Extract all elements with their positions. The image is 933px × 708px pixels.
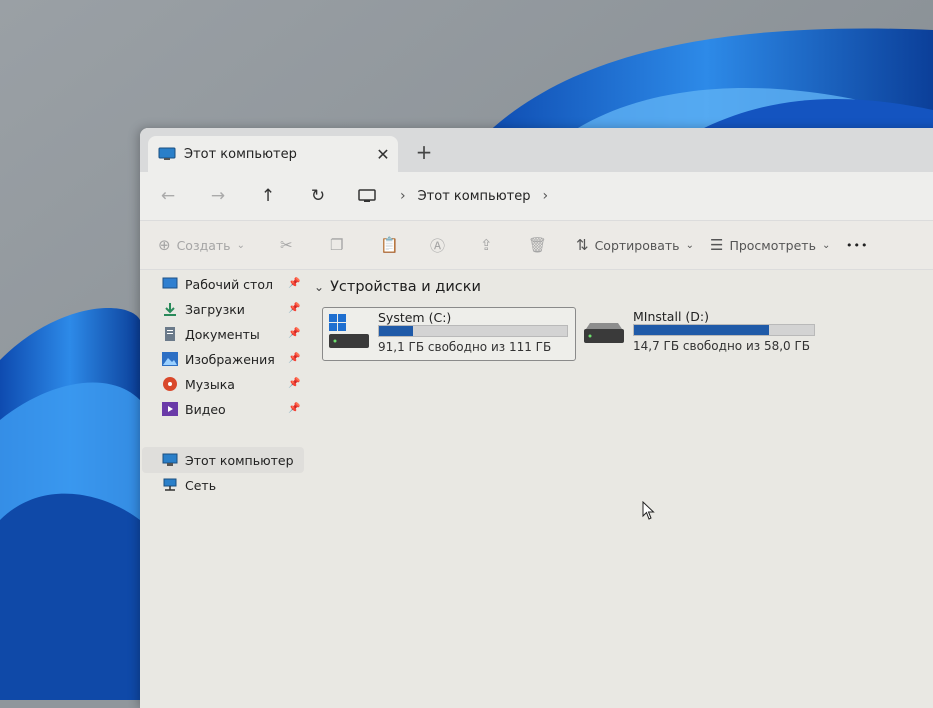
sidebar-item-desktop[interactable]: Рабочий стол [162,273,302,295]
sidebar-item-label: Сеть [185,477,217,493]
trash-icon: 🗑 [528,236,548,254]
create-label: Создать [176,237,231,253]
breadcrumb[interactable]: Этот компьютер [418,189,531,204]
plus-circle-icon: ⊕ [158,236,171,254]
paste-icon: 📋 [380,236,399,254]
sidebar-item-downloads[interactable]: Загрузки [162,298,302,320]
address-bar[interactable]: › Этот компьютер › [358,180,933,212]
navigation-pane: Рабочий стол 📌 Загрузки 📌 Документы 📌 Из… [140,269,306,708]
drive-usage-fill [379,326,413,336]
pin-icon: 📌 [288,328,301,339]
view-icon: ☰ [710,236,724,254]
system-drive-icon [329,314,369,348]
chevron-down-icon: ⌄ [821,239,831,251]
chevron-down-icon: ⌄ [685,239,694,251]
rename-icon: Ⓐ [430,236,446,255]
command-bar: ⊕ Создать ⌄ ✂ ❐ 📋 Ⓐ ⇪ 🗑 ⇅ Сортировать ⌄ … [140,220,933,270]
group-title: Устройства и диски [330,279,481,295]
tab-title: Этот компьютер [184,146,297,162]
sidebar-item-documents[interactable]: Документы [162,323,302,345]
sidebar-item-this-pc[interactable]: Этот компьютер [162,449,302,471]
sort-icon: ⇅ [576,236,589,254]
pictures-icon [162,352,178,366]
new-tab-button[interactable]: + [412,140,436,164]
copy-button[interactable]: ❐ [330,221,349,269]
view-label: Просмотреть [729,237,816,253]
sidebar-item-label: Видео [185,401,226,417]
drive-usage-fill [634,325,769,335]
create-button[interactable]: ⊕ Создать ⌄ [158,221,245,269]
tab-bar: Этот компьютер ✕ + [140,128,933,172]
drive-icon [584,323,624,343]
close-tab-icon[interactable]: ✕ [368,145,398,164]
sidebar-item-label: Загрузки [185,301,245,317]
sidebar-item-video[interactable]: Видео [162,398,302,420]
drive-usage-bar [633,324,815,336]
sidebar-item-label: Рабочий стол [185,276,273,292]
sidebar-item-label: Документы [185,326,260,342]
more-options-button[interactable]: ••• [846,221,868,269]
drive-name: MInstall (D:) [633,309,709,324]
refresh-button[interactable]: ↻ [304,182,332,210]
pin-icon: 📌 [288,353,301,364]
drive-usage-bar [378,325,568,337]
share-button[interactable]: ⇪ [480,221,499,269]
chevron-down-icon: ⌄ [236,239,245,251]
computer-icon [162,453,178,466]
sidebar-item-pictures[interactable]: Изображения [162,348,302,370]
video-icon [162,402,178,416]
group-header[interactable]: ⌄ Устройства и диски [314,279,481,295]
sidebar-item-network[interactable]: Сеть [162,474,302,496]
copy-icon: ❐ [330,236,344,254]
chevron-right-icon: › [400,188,406,204]
pin-icon: 📌 [288,303,301,314]
up-button[interactable]: ↑ [254,182,282,210]
navigation-bar: ← → ↑ ↻ › Этот компьютер › [140,172,933,220]
chevron-right-icon: › [542,188,549,204]
sidebar-item-label: Этот компьютер [185,452,294,468]
delete-button[interactable]: 🗑 [528,221,553,269]
computer-icon [158,147,176,160]
paste-button[interactable]: 📋 [380,221,405,269]
computer-icon [358,189,376,202]
drive-free-space: 14,7 ГБ свободно из 58,0 ГБ [633,339,811,353]
pin-icon: 📌 [288,403,301,414]
back-button[interactable]: ← [154,182,182,210]
share-icon: ⇪ [480,236,493,254]
forward-button[interactable]: → [204,182,232,210]
tab-this-pc[interactable]: Этот компьютер ✕ [148,136,398,172]
mouse-cursor-icon [642,501,655,520]
sort-button[interactable]: ⇅ Сортировать ⌄ [576,221,694,269]
pin-icon: 📌 [288,278,301,289]
drive-d[interactable]: MInstall (D:) 14,7 ГБ свободно из 58,0 Г… [578,307,830,359]
music-icon [163,377,177,391]
documents-icon [165,327,175,341]
rename-button[interactable]: Ⓐ [430,221,451,269]
pin-icon: 📌 [288,378,301,389]
sidebar-item-music[interactable]: Музыка [162,373,302,395]
downloads-icon [164,303,176,316]
view-button[interactable]: ☰ Просмотреть ⌄ [710,221,830,269]
desktop-icon [162,277,178,289]
drive-name: System (C:) [378,310,452,325]
chevron-down-icon: ⌄ [314,280,325,294]
drive-free-space: 91,1 ГБ свободно из 111 ГБ [378,340,552,354]
cut-button[interactable]: ✂ [280,221,299,269]
sidebar-item-label: Музыка [185,376,235,392]
sidebar-item-label: Изображения [185,351,275,367]
file-explorer-window: Этот компьютер ✕ + ← → ↑ ↻ › Этот компью… [140,128,933,708]
scissors-icon: ✂ [280,236,293,254]
network-icon [163,478,177,491]
drive-c[interactable]: System (C:) 91,1 ГБ свободно из 111 ГБ [322,307,576,361]
sort-label: Сортировать [594,237,680,253]
content-area: ⌄ Устройства и диски System (C:) 91,1 ГБ… [306,269,933,708]
